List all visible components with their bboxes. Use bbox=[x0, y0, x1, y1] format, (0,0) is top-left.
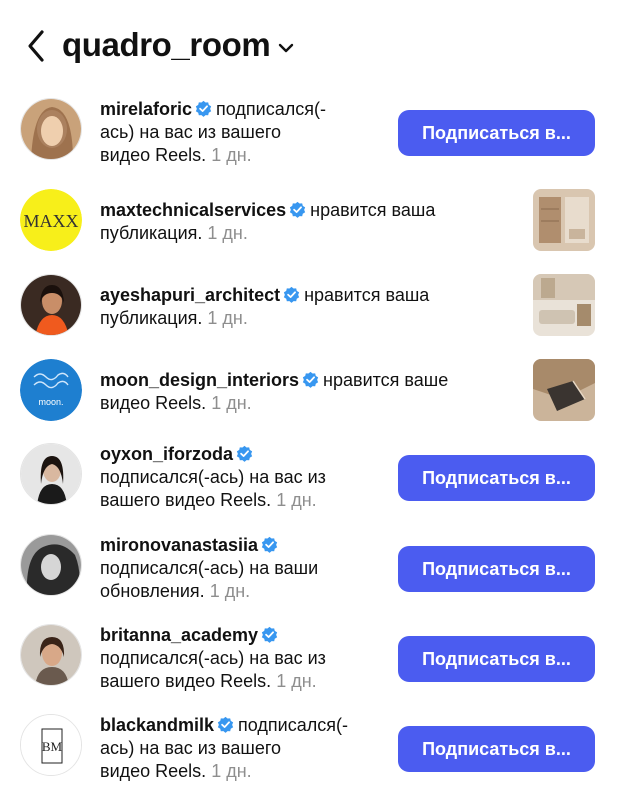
timestamp: 1 дн. bbox=[211, 145, 252, 165]
timestamp: 1 дн. bbox=[209, 581, 251, 601]
post-thumbnail[interactable] bbox=[533, 189, 595, 251]
timestamp: 1 дн. bbox=[211, 761, 252, 781]
message: ась) на вас из вашего bbox=[100, 738, 282, 758]
message: подписался(- bbox=[216, 99, 326, 119]
timestamp: 1 дн. bbox=[211, 393, 252, 413]
timestamp: 1 дн. bbox=[207, 223, 248, 243]
avatar-logo-text: MAXX bbox=[23, 211, 78, 231]
follow-back-button[interactable]: Подписаться в... bbox=[398, 636, 595, 682]
follow-back-button[interactable]: Подписаться в... bbox=[398, 110, 595, 156]
verified-badge-icon bbox=[261, 536, 278, 553]
username[interactable]: mirelaforic bbox=[100, 99, 192, 119]
message: подписался(- bbox=[238, 715, 348, 735]
verified-badge-icon bbox=[195, 100, 212, 117]
username[interactable]: moon_design_interiors bbox=[100, 370, 299, 390]
username[interactable]: oyxon_iforzoda bbox=[100, 444, 233, 464]
username[interactable]: britanna_academy bbox=[100, 625, 258, 645]
message: нравится ваша bbox=[304, 285, 430, 305]
message: ась) на вас из вашего bbox=[100, 122, 282, 142]
post-thumbnail[interactable] bbox=[533, 274, 595, 336]
username[interactable]: ayeshapuri_architect bbox=[100, 285, 280, 305]
timestamp: 1 дн. bbox=[276, 490, 317, 510]
timestamp: 1 дн. bbox=[276, 671, 317, 691]
username[interactable]: blackandmilk bbox=[100, 715, 214, 735]
avatar[interactable] bbox=[20, 98, 82, 160]
message: подписался(-ась) на вас из bbox=[100, 467, 326, 487]
follow-back-button[interactable]: Подписаться в... bbox=[398, 546, 595, 592]
timestamp: 1 дн. bbox=[207, 308, 248, 328]
verified-badge-icon bbox=[289, 201, 306, 218]
back-arrow-icon[interactable] bbox=[22, 28, 52, 64]
username[interactable]: mironovanastasiia bbox=[100, 535, 258, 555]
avatar[interactable]: MAXX bbox=[20, 189, 82, 251]
message: вашего видео Reels. bbox=[100, 671, 272, 691]
avatar[interactable] bbox=[20, 274, 82, 336]
avatar[interactable]: BM bbox=[20, 714, 82, 776]
avatar[interactable]: moon. bbox=[20, 359, 82, 421]
message: нравится ваша bbox=[310, 200, 436, 220]
chevron-down-icon bbox=[279, 43, 294, 53]
message: видео Reels. bbox=[100, 393, 207, 413]
message: нравится ваше bbox=[323, 370, 449, 390]
verified-badge-icon bbox=[261, 626, 278, 643]
message: видео Reels. bbox=[100, 761, 207, 781]
avatar[interactable] bbox=[20, 443, 82, 505]
verified-badge-icon bbox=[217, 716, 234, 733]
follow-back-button[interactable]: Подписаться в... bbox=[398, 726, 595, 772]
message: подписался(-ась) на ваши bbox=[100, 558, 319, 578]
verified-badge-icon bbox=[302, 371, 319, 388]
message: публикация. bbox=[100, 223, 203, 243]
username[interactable]: maxtechnicalservices bbox=[100, 200, 286, 220]
follow-back-button[interactable]: Подписаться в... bbox=[398, 455, 595, 501]
verified-badge-icon bbox=[236, 445, 253, 462]
avatar[interactable] bbox=[20, 534, 82, 596]
message: видео Reels. bbox=[100, 145, 207, 165]
message: обновления. bbox=[100, 581, 205, 601]
avatar[interactable] bbox=[20, 624, 82, 686]
message: публикация. bbox=[100, 308, 203, 328]
avatar-logo-text: BM bbox=[42, 739, 63, 754]
message: вашего видео Reels. bbox=[100, 490, 272, 510]
header: quadro_room bbox=[0, 0, 617, 92]
message: подписался(-ась) на вас из bbox=[100, 648, 326, 668]
account-switcher[interactable]: quadro_room bbox=[62, 26, 294, 64]
verified-badge-icon bbox=[283, 286, 300, 303]
page-title: quadro_room bbox=[62, 26, 271, 63]
avatar-logo-text: moon. bbox=[38, 397, 63, 407]
post-thumbnail[interactable] bbox=[533, 359, 595, 421]
